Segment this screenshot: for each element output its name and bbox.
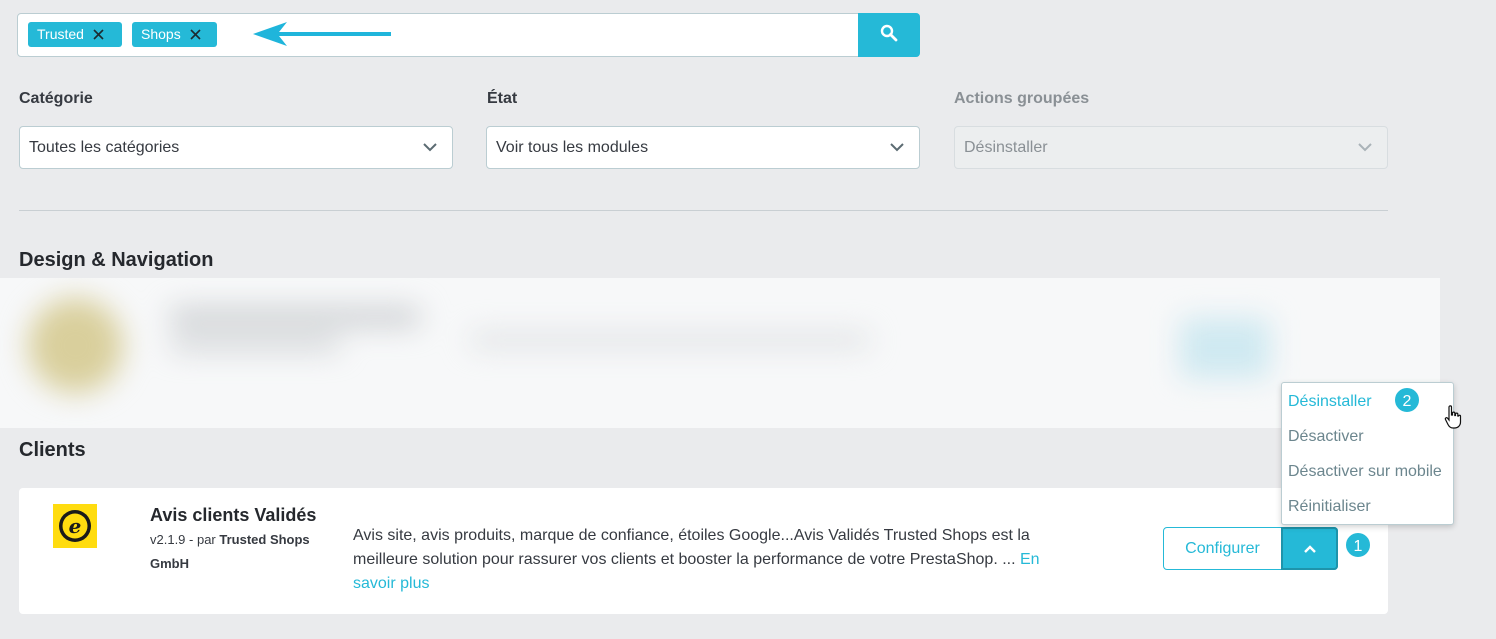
menu-item-uninstall[interactable]: Désinstaller xyxy=(1288,393,1372,411)
module-description: Avis site, avis produits, marque de conf… xyxy=(353,524,1053,596)
module-meta: v2.1.9 - par Trusted Shops GmbH xyxy=(150,528,340,576)
actions-dropdown-toggle[interactable] xyxy=(1281,527,1338,570)
menu-item-disable[interactable]: Désactiver xyxy=(1288,428,1364,446)
filters-divider xyxy=(19,210,1388,211)
module-name: Avis clients Validés xyxy=(150,505,317,525)
section-title-clients: Clients xyxy=(19,439,86,461)
close-icon[interactable] xyxy=(185,29,207,40)
hand-pointer-icon xyxy=(1444,405,1462,429)
blurred-module-row xyxy=(0,278,1440,428)
chevron-down-icon xyxy=(890,143,904,152)
tag-label: Trusted xyxy=(37,26,84,42)
module-card: e Avis clients Validés v2.1.9 - par Trus… xyxy=(19,488,1388,614)
state-select[interactable]: Voir tous les modules xyxy=(486,126,920,169)
configure-button[interactable]: Configurer xyxy=(1163,527,1282,570)
menu-item-reset[interactable]: Réinitialiser xyxy=(1288,498,1371,516)
tag-label: Shops xyxy=(141,26,181,42)
arrow-left-icon xyxy=(253,22,391,46)
module-description-text: Avis site, avis produits, marque de conf… xyxy=(353,527,1030,568)
bulk-actions-select[interactable]: Désinstaller xyxy=(954,126,1388,169)
module-actions-menu: Désinstaller Désactiver Désactiver sur m… xyxy=(1281,382,1454,525)
search-tag-trusted: Trusted xyxy=(28,22,122,47)
close-icon[interactable] xyxy=(88,29,110,40)
search-tag-shops: Shops xyxy=(132,22,217,47)
bulk-actions-value: Désinstaller xyxy=(964,139,1048,156)
chevron-up-icon xyxy=(1303,544,1316,553)
menu-item-disable-mobile[interactable]: Désactiver sur mobile xyxy=(1288,463,1442,481)
module-version: v2.1.9 - par xyxy=(150,532,220,547)
category-filter-label: Catégorie xyxy=(19,90,93,107)
chevron-down-icon xyxy=(423,143,437,152)
category-select-value: Toutes les catégories xyxy=(29,139,180,156)
section-title-design: Design & Navigation xyxy=(19,249,214,271)
search-icon xyxy=(880,24,898,47)
state-filter-label: État xyxy=(487,90,518,107)
chevron-down-icon xyxy=(1358,143,1372,152)
annotation-badge-2: 2 xyxy=(1393,386,1421,414)
module-logo: e xyxy=(53,504,97,548)
search-button[interactable] xyxy=(858,13,920,57)
bulk-actions-label: Actions groupées xyxy=(954,90,1090,107)
category-select[interactable]: Toutes les catégories xyxy=(19,126,453,169)
state-select-value: Voir tous les modules xyxy=(496,139,649,156)
svg-text:e: e xyxy=(69,514,82,538)
module-search-bar[interactable]: Trusted Shops xyxy=(17,13,920,57)
annotation-badge-1: 1 xyxy=(1344,531,1372,559)
